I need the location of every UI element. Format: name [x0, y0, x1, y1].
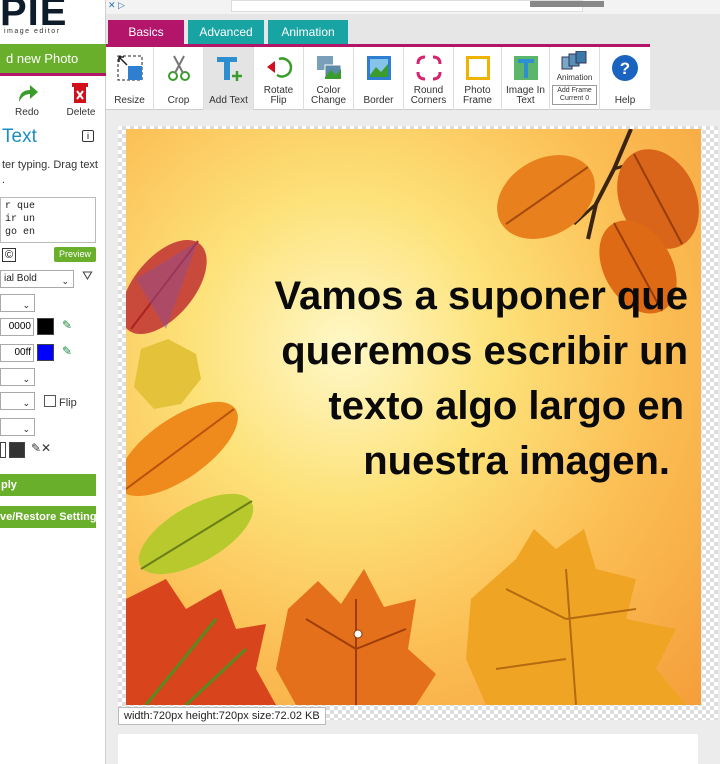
chevron-down-icon: ⌄ — [22, 374, 30, 384]
help-button[interactable]: ? Help — [600, 47, 650, 110]
filter-icon[interactable]: ⛛ — [82, 268, 93, 284]
option-select-c[interactable]: ⌄ — [0, 418, 35, 436]
flip-checkbox[interactable] — [44, 395, 56, 407]
help-icon: ? — [612, 55, 638, 81]
ad-banner — [231, 0, 604, 12]
crop-label: Crop — [167, 95, 190, 106]
chevron-down-icon: ⌄ — [22, 424, 30, 434]
new-photo-button[interactable]: d new Photo — [0, 44, 106, 76]
ad-close-icon[interactable]: ✕ ▷ — [108, 0, 125, 11]
delete-label: Delete — [66, 107, 96, 118]
resize-button[interactable]: Resize — [106, 47, 154, 110]
round-corners-button[interactable]: Round Corners — [404, 47, 454, 110]
border-button[interactable]: Border — [354, 47, 404, 110]
photo-frame-icon — [465, 56, 490, 80]
overlay-text-line: queremos escribir un — [281, 329, 688, 373]
shadow-color-swatch[interactable] — [0, 442, 6, 458]
font-size-select[interactable]: ⌄ — [0, 294, 35, 312]
crop-button[interactable]: Crop — [154, 47, 204, 110]
save-restore-settings-button[interactable]: ve/Restore Setting — [0, 506, 96, 528]
tab-basics[interactable]: Basics — [108, 20, 184, 44]
photo-frame-button[interactable]: Photo Frame — [454, 47, 502, 110]
preview-button[interactable]: Preview — [54, 247, 96, 262]
overlay-text[interactable]: Vamos a suponer que queremos escribir un… — [166, 269, 688, 489]
text-icon — [216, 57, 242, 81]
rotate-flip-label: Rotate Flip — [263, 85, 294, 106]
ad-banner-button — [530, 1, 604, 7]
rotate-flip-button[interactable]: Rotate Flip — [254, 47, 304, 110]
canvas-workspace: Vamos a suponer que queremos escribir un… — [106, 110, 720, 764]
svg-text:?: ? — [620, 59, 630, 78]
redo-label: Redo — [15, 107, 39, 118]
trash-icon — [72, 83, 88, 103]
image-in-text-button[interactable]: Image In Text — [502, 47, 550, 110]
resize-icon — [117, 55, 142, 81]
bottom-panel — [118, 734, 698, 764]
help-label: Help — [614, 95, 636, 106]
animation-icon — [561, 51, 587, 70]
panel-hint: ter typing. Drag text . — [2, 159, 98, 186]
image-dimensions-label: width:720px height:720px size:72.02 KB — [118, 707, 326, 725]
option-select-b[interactable]: ⌄ — [0, 392, 35, 410]
redo-icon — [19, 85, 38, 102]
text-color-swatch[interactable] — [37, 318, 54, 335]
photo-frame-label: Photo Frame — [463, 85, 492, 106]
apply-button[interactable]: ply — [0, 474, 96, 496]
info-icon[interactable]: i — [82, 130, 94, 142]
app-window: PIE image editor d new Photo Redo Delete… — [0, 0, 720, 764]
round-corners-icon — [416, 55, 441, 81]
delete-button[interactable]: Delete — [56, 80, 106, 120]
overlay-text-line: texto algo largo en — [328, 384, 684, 428]
chevron-down-icon: ⌄ — [22, 398, 30, 408]
outline-color-input[interactable]: 00ff — [0, 344, 34, 362]
sidebar: PIE image editor d new Photo Redo Delete… — [0, 0, 106, 764]
chevron-down-icon: ⌄ — [22, 300, 30, 310]
image-in-text-label: Image In Text — [506, 85, 545, 106]
color-change-icon — [316, 56, 341, 80]
tab-animation[interactable]: Animation — [268, 20, 348, 44]
color-change-label: Color Change — [310, 85, 347, 106]
history-tools: Redo Delete — [0, 80, 106, 120]
overlay-text-line: nuestra imagen. — [363, 439, 670, 483]
option-select-a[interactable]: ⌄ — [0, 368, 35, 386]
eyedropper-icon[interactable]: ✎ — [62, 318, 72, 332]
rotate-icon — [266, 57, 292, 78]
flip-label: Flip — [59, 397, 77, 409]
color-change-button[interactable]: Color Change — [304, 47, 354, 110]
animation-label: Animation — [556, 73, 593, 82]
text-input[interactable]: r que ir un go en — [0, 197, 96, 243]
image-in-text-icon — [513, 56, 538, 80]
round-corners-label: Round Corners — [410, 85, 447, 106]
toolbar: Resize Crop Add Text Rotate Flip Color C… — [106, 47, 650, 110]
eyedropper-clear-icon[interactable]: ✎✕ — [31, 441, 51, 455]
ad-strip: ✕ ▷ — [106, 0, 720, 14]
photo-canvas[interactable]: Vamos a suponer que queremos escribir un… — [126, 129, 701, 705]
overlay-text-line: Vamos a suponer que — [274, 274, 688, 318]
animation-button[interactable]: Animation Add Frame Current 0 — [550, 47, 600, 110]
font-select[interactable]: ial Bold ⌄ — [0, 270, 74, 288]
app-logo-subtitle: image editor — [4, 28, 61, 35]
panel-title: Text — [2, 126, 37, 147]
scissors-icon — [167, 55, 190, 81]
chevron-down-icon: ⌄ — [61, 276, 69, 286]
outline-color-swatch[interactable] — [37, 344, 54, 361]
add-frame-label: Add Frame Current 0 — [552, 85, 597, 105]
add-text-label: Add Text — [209, 95, 248, 106]
resize-label: Resize — [114, 95, 145, 106]
eyedropper-icon[interactable]: ✎ — [62, 344, 72, 358]
shadow-color-swatch-dark[interactable] — [9, 442, 25, 458]
copyright-button[interactable]: © — [2, 248, 16, 262]
border-icon — [366, 56, 391, 80]
add-text-button[interactable]: Add Text — [204, 47, 254, 110]
border-label: Border — [363, 95, 394, 106]
text-color-input[interactable]: 0000 — [0, 318, 34, 336]
redo-button[interactable]: Redo — [2, 80, 52, 120]
tab-advanced[interactable]: Advanced — [188, 20, 264, 44]
font-select-value: ial Bold — [4, 273, 37, 284]
